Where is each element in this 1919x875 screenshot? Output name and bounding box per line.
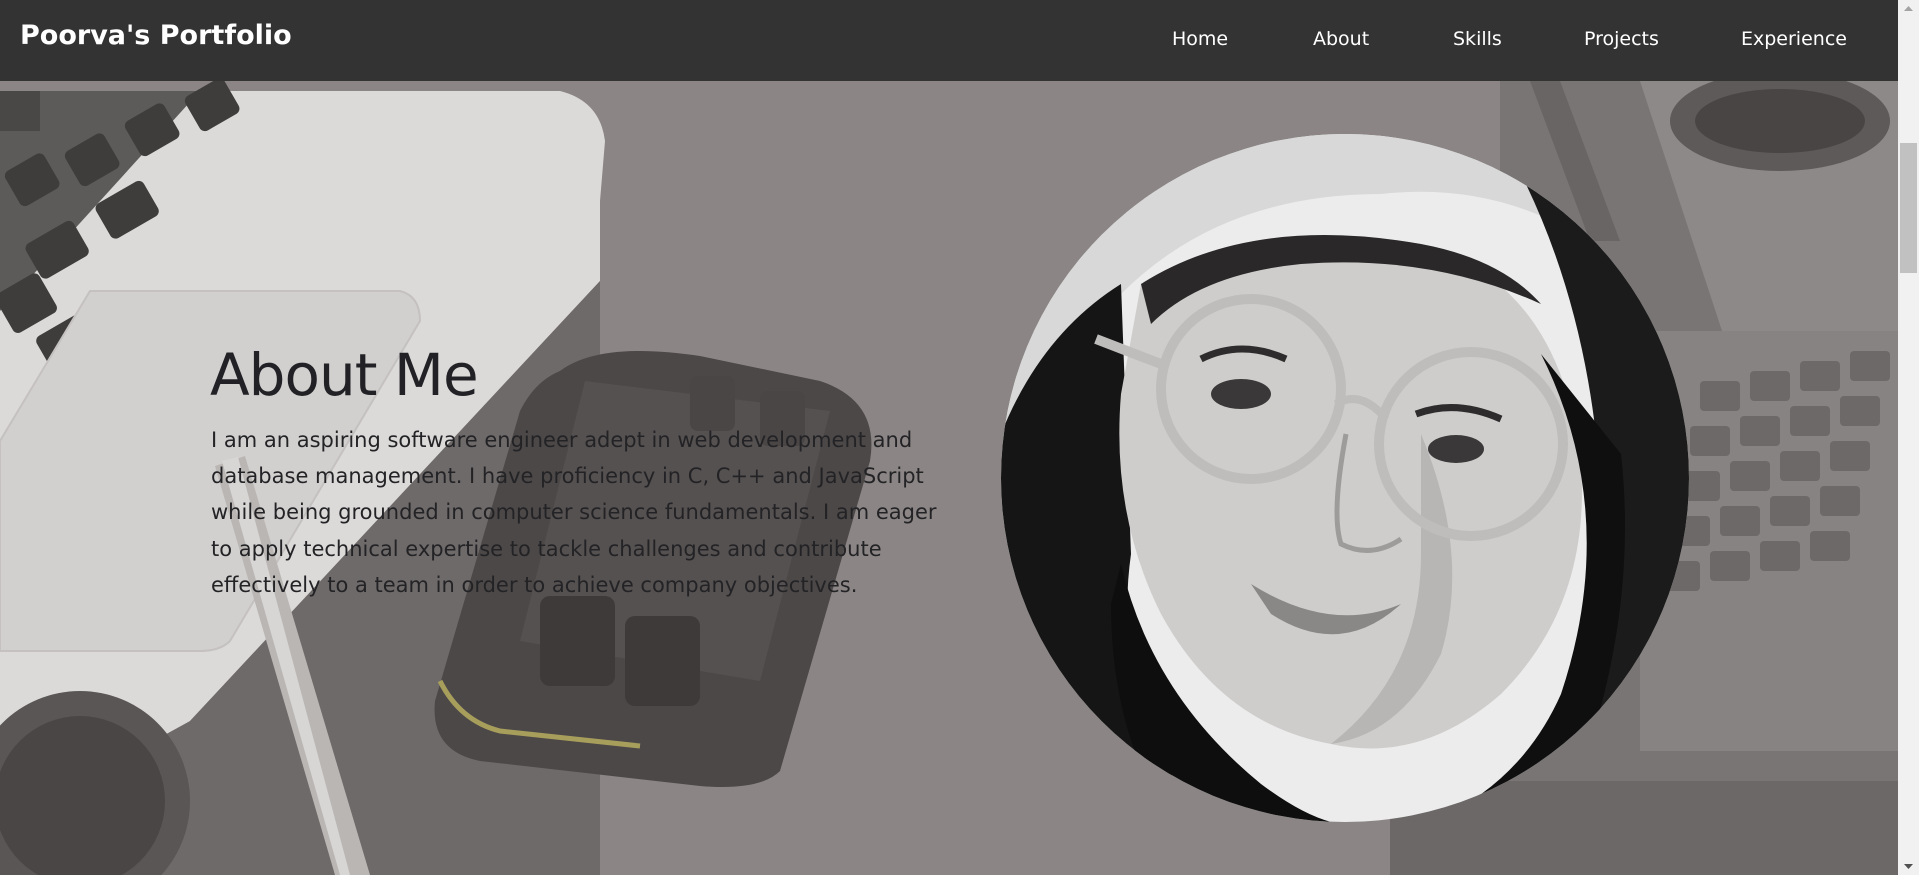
- scrollbar-thumb[interactable]: [1900, 143, 1917, 273]
- page: Poorva's Portfolio Home About Skills Pro…: [0, 0, 1919, 875]
- nav-link-about[interactable]: About: [1313, 28, 1369, 50]
- nav-link-projects[interactable]: Projects: [1584, 28, 1659, 50]
- triangle-up-icon[interactable]: [1898, 0, 1919, 17]
- nav-link-experience[interactable]: Experience: [1741, 28, 1847, 50]
- nav-link-skills[interactable]: Skills: [1453, 28, 1502, 50]
- top-navbar: Poorva's Portfolio Home About Skills Pro…: [0, 0, 1898, 81]
- profile-photo: [1001, 134, 1689, 822]
- about-heading: About Me: [210, 341, 479, 409]
- about-description: I am an aspiring software engineer adept…: [211, 428, 937, 597]
- brand-logo-text[interactable]: Poorva's Portfolio: [20, 20, 292, 51]
- nav-link-home[interactable]: Home: [1172, 28, 1228, 50]
- page-scrollbar[interactable]: [1898, 0, 1919, 875]
- triangle-down-icon[interactable]: [1898, 858, 1919, 875]
